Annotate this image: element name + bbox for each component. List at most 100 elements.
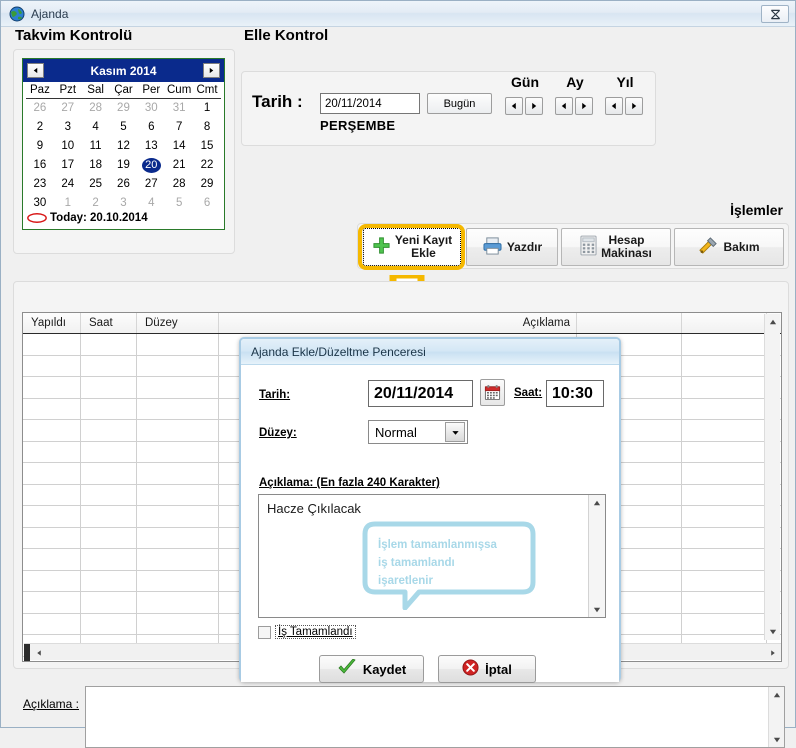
calendar-day-cell[interactable]: 30: [137, 99, 165, 118]
year-decrement-button[interactable]: [605, 97, 623, 115]
grid-column-header-4[interactable]: [577, 313, 682, 333]
calendar-day-cell[interactable]: 5: [165, 194, 193, 213]
table-cell[interactable]: [137, 441, 219, 462]
dialog-date-input[interactable]: [368, 380, 473, 407]
table-cell[interactable]: [23, 570, 81, 591]
calendar-day-cell[interactable]: 5: [110, 118, 138, 137]
grid-vertical-scrollbar[interactable]: [764, 314, 780, 640]
dialog-completed-checkbox[interactable]: [258, 625, 271, 639]
table-cell[interactable]: [81, 527, 137, 548]
year-stepper[interactable]: Yıl: [605, 74, 645, 115]
table-cell[interactable]: [23, 463, 81, 484]
table-cell[interactable]: [23, 398, 81, 419]
bottom-description-scrollbar[interactable]: [768, 687, 784, 747]
table-cell[interactable]: [137, 613, 219, 634]
table-cell[interactable]: [81, 506, 137, 527]
table-cell[interactable]: [137, 377, 219, 398]
table-cell[interactable]: [81, 420, 137, 441]
table-cell[interactable]: [682, 570, 767, 591]
dialog-description-scrollbar[interactable]: [588, 495, 605, 617]
dialog-description-textarea[interactable]: Hacze Çıkılacak: [258, 494, 606, 618]
table-cell[interactable]: [137, 398, 219, 419]
table-cell[interactable]: [682, 398, 767, 419]
dialog-time-input[interactable]: [546, 380, 604, 407]
month-calendar[interactable]: Kasım 2014 Paz Pzt Sal Çar Per Cum Cmt 26 27 28 2…: [22, 58, 225, 230]
calendar-prev-month-button[interactable]: [27, 63, 44, 78]
grid-scroll-left-button[interactable]: [31, 644, 46, 661]
calendar-day-cell[interactable]: 6: [193, 194, 221, 213]
grid-column-header-2[interactable]: Düzey: [137, 313, 219, 333]
table-cell[interactable]: [682, 613, 767, 634]
bottom-description-textarea[interactable]: [85, 686, 785, 748]
table-cell[interactable]: [682, 506, 767, 527]
month-increment-button[interactable]: [575, 97, 593, 115]
table-cell[interactable]: [137, 527, 219, 548]
table-cell[interactable]: [682, 463, 767, 484]
table-cell[interactable]: [23, 355, 81, 376]
today-button[interactable]: Bugün: [427, 93, 492, 114]
day-decrement-button[interactable]: [505, 97, 523, 115]
calendar-grid[interactable]: Paz Pzt Sal Çar Per Cum Cmt 26 27 28 29 30 31 1 2 3 4 5 6…: [23, 82, 224, 213]
calendar-next-month-button[interactable]: [203, 63, 220, 78]
calendar-day-cell[interactable]: 27: [137, 175, 165, 194]
maintenance-button[interactable]: Bakım: [674, 228, 784, 266]
table-cell[interactable]: [81, 549, 137, 570]
calendar-day-cell[interactable]: 4: [82, 118, 110, 137]
calendar-day-cell[interactable]: 7: [165, 118, 193, 137]
grid-scroll-right-button[interactable]: [765, 644, 780, 661]
table-cell[interactable]: [23, 527, 81, 548]
bottom-scroll-up-button[interactable]: [769, 687, 784, 702]
calendar-day-cell[interactable]: 19: [110, 156, 138, 175]
grid-scroll-down-button[interactable]: [765, 624, 780, 640]
calendar-day-cell[interactable]: 21: [165, 156, 193, 175]
table-cell[interactable]: [682, 377, 767, 398]
table-cell[interactable]: [137, 549, 219, 570]
calendar-day-cell[interactable]: 26: [110, 175, 138, 194]
dialog-scroll-down-button[interactable]: [589, 602, 605, 617]
table-cell[interactable]: [682, 334, 767, 355]
calendar-day-cell[interactable]: 18: [82, 156, 110, 175]
table-cell[interactable]: [137, 484, 219, 505]
grid-column-header-1[interactable]: Saat: [81, 313, 137, 333]
calendar-day-cell[interactable]: 6: [137, 118, 165, 137]
table-cell[interactable]: [23, 613, 81, 634]
table-cell[interactable]: [81, 377, 137, 398]
year-increment-button[interactable]: [625, 97, 643, 115]
grid-column-header-0[interactable]: Yapıldı: [23, 313, 81, 333]
calendar-day-cell[interactable]: 10: [54, 137, 82, 156]
dialog-save-button[interactable]: Kaydet: [319, 655, 424, 683]
table-cell[interactable]: [137, 420, 219, 441]
calendar-day-cell[interactable]: 31: [165, 99, 193, 118]
calendar-day-cell[interactable]: 12: [110, 137, 138, 156]
date-input[interactable]: [320, 93, 420, 114]
calendar-day-cell[interactable]: 24: [54, 175, 82, 194]
table-cell[interactable]: [81, 355, 137, 376]
calendar-day-cell[interactable]: 25: [82, 175, 110, 194]
table-cell[interactable]: [137, 570, 219, 591]
calendar-day-cell[interactable]: 14: [165, 137, 193, 156]
table-cell[interactable]: [23, 549, 81, 570]
calendar-day-cell[interactable]: 26: [26, 99, 54, 118]
calendar-day-cell[interactable]: 11: [82, 137, 110, 156]
grid-column-header-3[interactable]: Açıklama: [219, 313, 577, 333]
table-cell[interactable]: [682, 484, 767, 505]
calendar-day-cell[interactable]: 15: [193, 137, 221, 156]
print-button[interactable]: Yazdır: [466, 228, 558, 266]
table-cell[interactable]: [81, 463, 137, 484]
table-cell[interactable]: [81, 613, 137, 634]
month-decrement-button[interactable]: [555, 97, 573, 115]
table-cell[interactable]: [137, 355, 219, 376]
table-cell[interactable]: [23, 441, 81, 462]
dialog-cancel-button[interactable]: İptal: [438, 655, 536, 683]
calendar-day-cell[interactable]: 28: [82, 99, 110, 118]
table-cell[interactable]: [23, 484, 81, 505]
calendar-day-cell[interactable]: 9: [26, 137, 54, 156]
table-cell[interactable]: [23, 592, 81, 613]
calendar-day-cell[interactable]: 28: [165, 175, 193, 194]
calendar-day-selected[interactable]: 20: [137, 156, 165, 175]
calendar-day-cell[interactable]: 29: [110, 99, 138, 118]
table-cell[interactable]: [137, 506, 219, 527]
calendar-day-cell[interactable]: 27: [54, 99, 82, 118]
dialog-completed-checkbox-row[interactable]: İş Tamamlandı: [258, 625, 356, 639]
day-stepper[interactable]: Gün: [505, 74, 545, 115]
